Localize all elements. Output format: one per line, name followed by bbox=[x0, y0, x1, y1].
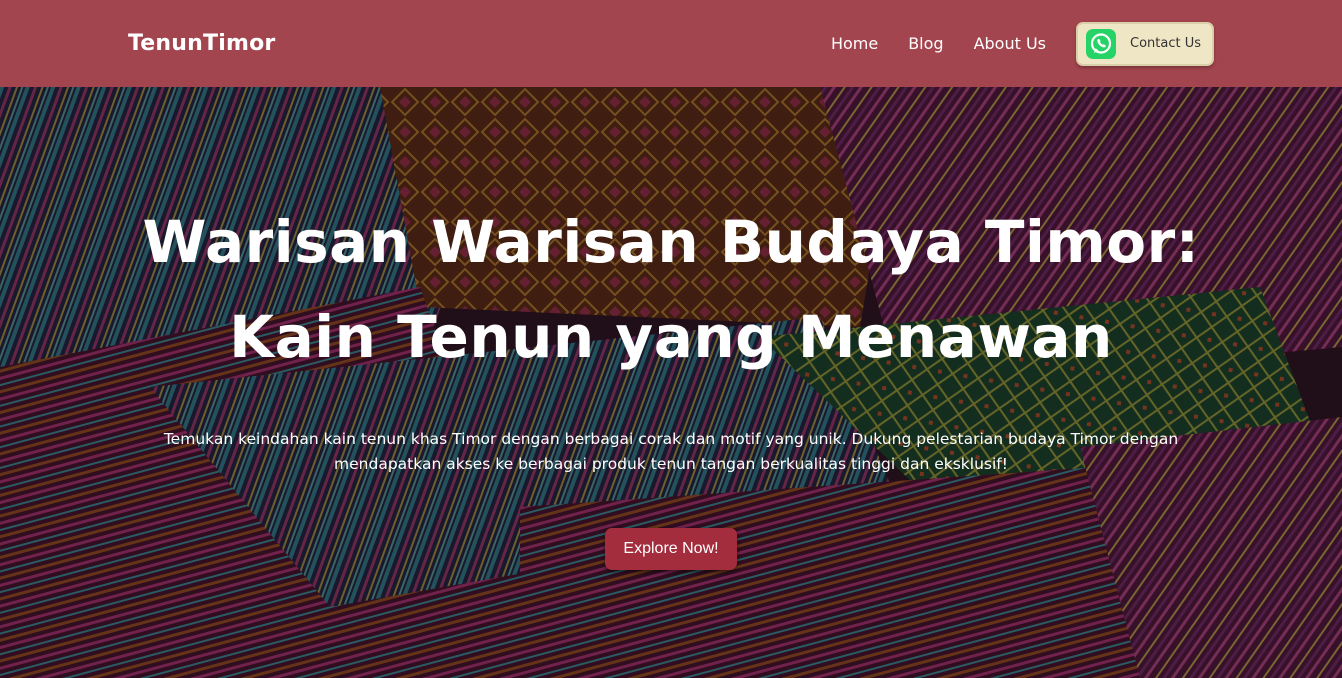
nav-link-blog[interactable]: Blog bbox=[908, 34, 943, 53]
hero-subtitle-line-1: Temukan keindahan kain tenun khas Timor … bbox=[163, 430, 1179, 448]
nav-menu: Home Blog About Us Contact Us bbox=[831, 21, 1214, 66]
hero-title-line-2: Kain Tenun yang Menawan bbox=[229, 303, 1113, 371]
hero-subtitle-line-2: mendapatkan akses ke berbagai produk ten… bbox=[334, 455, 1008, 473]
hero-section: Warisan Warisan Budaya Timor: Kain Tenun… bbox=[0, 87, 1342, 678]
brand-logo[interactable]: TenunTimor bbox=[128, 31, 275, 56]
hero-title-line-1: Warisan Warisan Budaya Timor: bbox=[142, 208, 1200, 276]
contact-us-label: Contact Us bbox=[1130, 36, 1201, 51]
nav-link-home[interactable]: Home bbox=[831, 34, 878, 53]
navbar: TenunTimor Home Blog About Us Contact Us bbox=[0, 0, 1342, 87]
nav-link-about-us[interactable]: About Us bbox=[974, 34, 1046, 53]
explore-now-button[interactable]: Explore Now! bbox=[605, 528, 737, 570]
contact-us-button[interactable]: Contact Us bbox=[1076, 21, 1214, 66]
whatsapp-icon bbox=[1086, 28, 1116, 59]
hero-title: Warisan Warisan Budaya Timor: Kain Tenun… bbox=[60, 195, 1282, 385]
hero-subtitle: Temukan keindahan kain tenun khas Timor … bbox=[140, 427, 1202, 477]
hero-content: Warisan Warisan Budaya Timor: Kain Tenun… bbox=[0, 87, 1342, 678]
